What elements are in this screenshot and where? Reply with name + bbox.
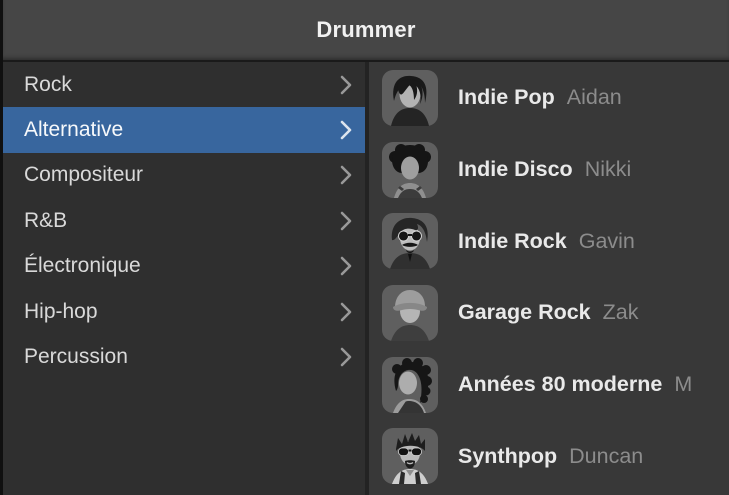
drummer-name-label: Nikki — [584, 157, 632, 182]
drummer-style-label: Synthpop — [458, 443, 558, 468]
drummer-name-label: Zak — [602, 300, 639, 325]
drummer-style-label: Indie Disco — [458, 157, 573, 182]
drummer-name-label: Duncan — [569, 443, 644, 468]
chevron-right-icon — [340, 302, 352, 322]
drummer-name-label: Gavin — [578, 228, 635, 253]
sidebar-item-compositeur[interactable]: Compositeur — [3, 153, 365, 198]
drummer-popover: Drummer Rock Alternative Compositeur R&B… — [0, 0, 729, 495]
drummer-style-label: Garage Rock — [458, 300, 591, 325]
drummer-row-text: Indie Rock Gavin — [458, 229, 635, 254]
drummer-row-synthpop[interactable]: Synthpop Duncan — [369, 420, 729, 492]
drummer-name-label: M — [674, 372, 693, 397]
sidebar-item-label: Compositeur — [24, 163, 144, 187]
drummer-row-indie-pop[interactable]: Indie Pop Aidan — [369, 62, 729, 134]
chevron-right-icon — [340, 75, 352, 95]
sidebar-item-label: Électronique — [24, 254, 141, 278]
drummer-row-text: Indie Disco Nikki — [458, 157, 631, 182]
chevron-right-icon — [340, 120, 352, 140]
drummer-row-indie-rock[interactable]: Indie Rock Gavin — [369, 205, 729, 277]
sidebar-item-hiphop[interactable]: Hip-hop — [3, 289, 365, 334]
sidebar-item-label: Rock — [24, 72, 72, 96]
drummer-row-garage-rock[interactable]: Garage Rock Zak — [369, 277, 729, 349]
avatar-annees-80-moderne-icon — [382, 356, 438, 413]
genre-sidebar: Rock Alternative Compositeur R&B Électro… — [3, 62, 369, 495]
page-title: Drummer — [316, 17, 416, 42]
avatar-synthpop-icon — [382, 428, 438, 485]
drummer-style-label: Indie Rock — [458, 228, 567, 253]
sidebar-item-alternative[interactable]: Alternative — [3, 107, 365, 153]
popover-header: Drummer — [3, 0, 729, 62]
drummer-style-label: Années 80 moderne — [458, 372, 663, 397]
avatar-indie-disco-icon — [382, 141, 438, 198]
sidebar-item-rnb[interactable]: R&B — [3, 198, 365, 243]
chevron-right-icon — [340, 165, 352, 185]
avatar-garage-rock-icon — [382, 284, 438, 341]
sidebar-item-label: Hip-hop — [24, 299, 98, 323]
sidebar-item-percussion[interactable]: Percussion — [3, 334, 365, 379]
popover-content: Rock Alternative Compositeur R&B Électro… — [3, 62, 729, 495]
avatar-indie-rock-icon — [382, 213, 438, 270]
chevron-right-icon — [340, 347, 352, 367]
sidebar-item-electronique[interactable]: Électronique — [3, 244, 365, 289]
chevron-right-icon — [340, 211, 352, 231]
sidebar-item-rock[interactable]: Rock — [3, 62, 365, 107]
drummer-row-indie-disco[interactable]: Indie Disco Nikki — [369, 134, 729, 206]
drummer-list: Indie Pop Aidan Indie Disco Nikki Indie … — [369, 62, 729, 495]
drummer-row-annees-80-moderne[interactable]: Années 80 moderne M — [369, 349, 729, 421]
drummer-row-text: Indie Pop Aidan — [458, 85, 622, 110]
sidebar-item-label: Alternative — [24, 118, 124, 142]
sidebar-item-label: Percussion — [24, 345, 128, 369]
drummer-row-text: Années 80 moderne M — [458, 372, 692, 397]
drummer-style-label: Indie Pop — [458, 85, 555, 110]
drummer-name-label: Aidan — [566, 85, 622, 110]
chevron-right-icon — [340, 256, 352, 276]
sidebar-item-label: R&B — [24, 208, 68, 232]
drummer-row-text: Synthpop Duncan — [458, 444, 643, 469]
avatar-indie-pop-icon — [382, 69, 438, 126]
drummer-row-text: Garage Rock Zak — [458, 300, 639, 325]
